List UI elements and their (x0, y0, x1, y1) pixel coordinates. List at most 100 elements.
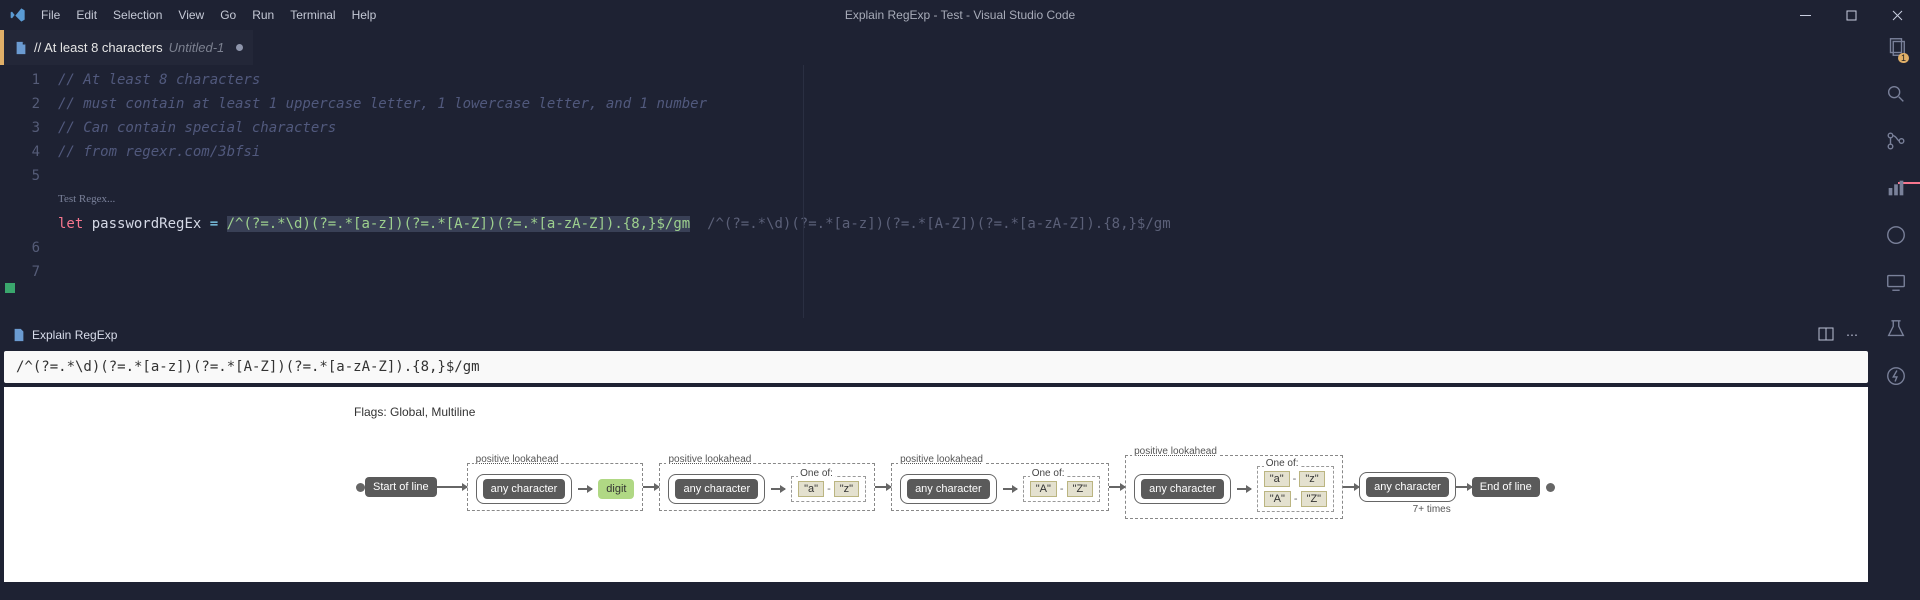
menu-edit[interactable]: Edit (69, 5, 104, 25)
menu-selection[interactable]: Selection (106, 5, 169, 25)
node-end-of-line: End of line (1472, 477, 1540, 497)
char-Z: "Z" (1067, 481, 1094, 497)
close-button[interactable] (1874, 0, 1920, 30)
node-any-times: any character 7+ times (1359, 472, 1456, 502)
char-a: "a" (798, 481, 824, 497)
rail-arrow (643, 486, 659, 488)
node-lookahead: positive lookahead any character One of:… (1125, 455, 1343, 519)
code-comment: // At least 8 characters (58, 72, 260, 88)
node-any-loop: any character (476, 474, 573, 504)
menu-terminal[interactable]: Terminal (283, 5, 342, 25)
node-any-loop: any character (1134, 474, 1231, 504)
char-A: "A" (1030, 481, 1057, 497)
remote-icon[interactable] (1885, 271, 1907, 296)
line-number: 4 (0, 140, 40, 164)
panel-tab-label: Explain RegExp (32, 328, 117, 342)
editor-split-divider[interactable] (803, 65, 804, 318)
tab-label: // At least 8 characters (34, 40, 163, 55)
node-any-loop: any character (900, 474, 997, 504)
lookahead-label: positive lookahead (898, 454, 985, 465)
file-icon (12, 328, 26, 342)
menu-file[interactable]: File (34, 5, 67, 25)
bolt-icon[interactable] (1885, 365, 1907, 390)
maximize-button[interactable] (1828, 0, 1874, 30)
more-icon[interactable]: ⋯ (1846, 328, 1858, 342)
node-start-of-line: Start of line (365, 477, 437, 497)
menu-view[interactable]: View (171, 5, 211, 25)
lookahead-label: positive lookahead (666, 454, 753, 465)
editor-tab[interactable]: // At least 8 characters Untitled-1 (4, 30, 253, 65)
node-lookahead: positive lookahead any character One of:… (891, 463, 1109, 511)
vscode-icon (10, 7, 26, 23)
window-controls (1782, 0, 1920, 30)
node-digit: digit (598, 479, 634, 499)
rail-end-dot (1546, 483, 1555, 492)
rail-arrow (1343, 486, 1359, 488)
tab-dirty-dot (236, 44, 243, 51)
oneof-label: One of: (1030, 468, 1067, 479)
rail-arrow (1237, 488, 1251, 490)
title-bar: File Edit Selection View Go Run Terminal… (0, 0, 1920, 30)
railroad: Start of line positive lookahead any cha… (356, 455, 1555, 519)
chart-icon[interactable] (1885, 177, 1907, 202)
oneof-label: One of: (1264, 458, 1301, 469)
char-A: "A" (1264, 491, 1291, 507)
files-icon[interactable]: 1 (1885, 36, 1907, 61)
char-z: "z" (1299, 471, 1324, 487)
line-number: 3 (0, 116, 40, 140)
search-icon[interactable] (1885, 83, 1907, 108)
activity-bar: 1 (1872, 30, 1920, 600)
node-any-loop: any character (668, 474, 765, 504)
keyword-let: let (58, 216, 83, 232)
flags-label: Flags: Global, Multiline (354, 405, 475, 419)
rail-arrow (1456, 486, 1472, 488)
node-lookahead: positive lookahead any character One of:… (659, 463, 875, 511)
char-a: "a" (1264, 471, 1290, 487)
char-z: "z" (834, 481, 859, 497)
rail-arrow (1109, 486, 1125, 488)
rail-arrow (578, 488, 592, 490)
code-comment: // Can contain special characters (58, 120, 336, 136)
node-oneof: One of: "a"-"z" "A"-"Z" (1257, 466, 1334, 512)
tab-suffix: Untitled-1 (169, 40, 225, 55)
source-control-icon[interactable] (1885, 130, 1907, 155)
menu-help[interactable]: Help (345, 5, 384, 25)
menu-go[interactable]: Go (213, 5, 243, 25)
editor[interactable]: 1 2 3 4 5 6 7 // At least 8 characters /… (0, 65, 1872, 318)
rail-arrow (1003, 488, 1017, 490)
regex-literal: /^(?=.*\d)(?=.*[a-z])(?=.*[A-Z])(?=.*[a-… (227, 216, 691, 232)
line-number: 5 (0, 164, 40, 188)
lookahead-label: positive lookahead (474, 454, 561, 465)
panel-tab-explain[interactable]: Explain RegExp (0, 328, 129, 342)
github-icon[interactable] (1885, 224, 1907, 249)
line-number: 7 (0, 260, 40, 284)
layout-icon[interactable] (1818, 326, 1834, 345)
minimize-button[interactable] (1782, 0, 1828, 30)
code-area[interactable]: // At least 8 characters // must contain… (58, 65, 1872, 318)
explain-panel: /^(?=.*\d)(?=.*[a-z])(?=.*[A-Z])(?=.*[a-… (0, 351, 1872, 600)
node-lookahead: positive lookahead any character digit (467, 463, 644, 511)
line-number: 2 (0, 92, 40, 116)
node-any: any character (1366, 477, 1449, 497)
oneof-label: One of: (798, 468, 835, 479)
editor-tabs: // At least 8 characters Untitled-1 ⋯ (0, 30, 1920, 65)
rail-arrow (437, 486, 467, 488)
menu-bar: File Edit Selection View Go Run Terminal… (34, 5, 383, 25)
gutter-marker (5, 283, 15, 293)
codelens-test-regex[interactable]: Test Regex... (58, 187, 115, 211)
main-area: 1 2 3 4 5 6 7 // At least 8 characters /… (0, 65, 1872, 600)
node-any: any character (483, 479, 566, 499)
beaker-icon[interactable] (1885, 318, 1907, 343)
rail-start-dot (356, 483, 365, 492)
regex-diagram[interactable]: Flags: Global, Multiline Start of line p… (4, 387, 1868, 582)
node-any: any character (675, 479, 758, 499)
line-number: 6 (0, 236, 40, 260)
regex-expression: /^(?=.*\d)(?=.*[a-z])(?=.*[A-Z])(?=.*[a-… (4, 351, 1868, 383)
regex-overlay: /^(?=.*\d)(?=.*[a-z])(?=.*[A-Z])(?=.*[a-… (707, 216, 1171, 232)
rail-arrow (875, 486, 891, 488)
node-oneof: One of: "a"-"z" (791, 476, 866, 502)
menu-run[interactable]: Run (245, 5, 281, 25)
rail-arrow (771, 488, 785, 490)
times-label: 7+ times (1413, 504, 1451, 515)
node-any: any character (907, 479, 990, 499)
